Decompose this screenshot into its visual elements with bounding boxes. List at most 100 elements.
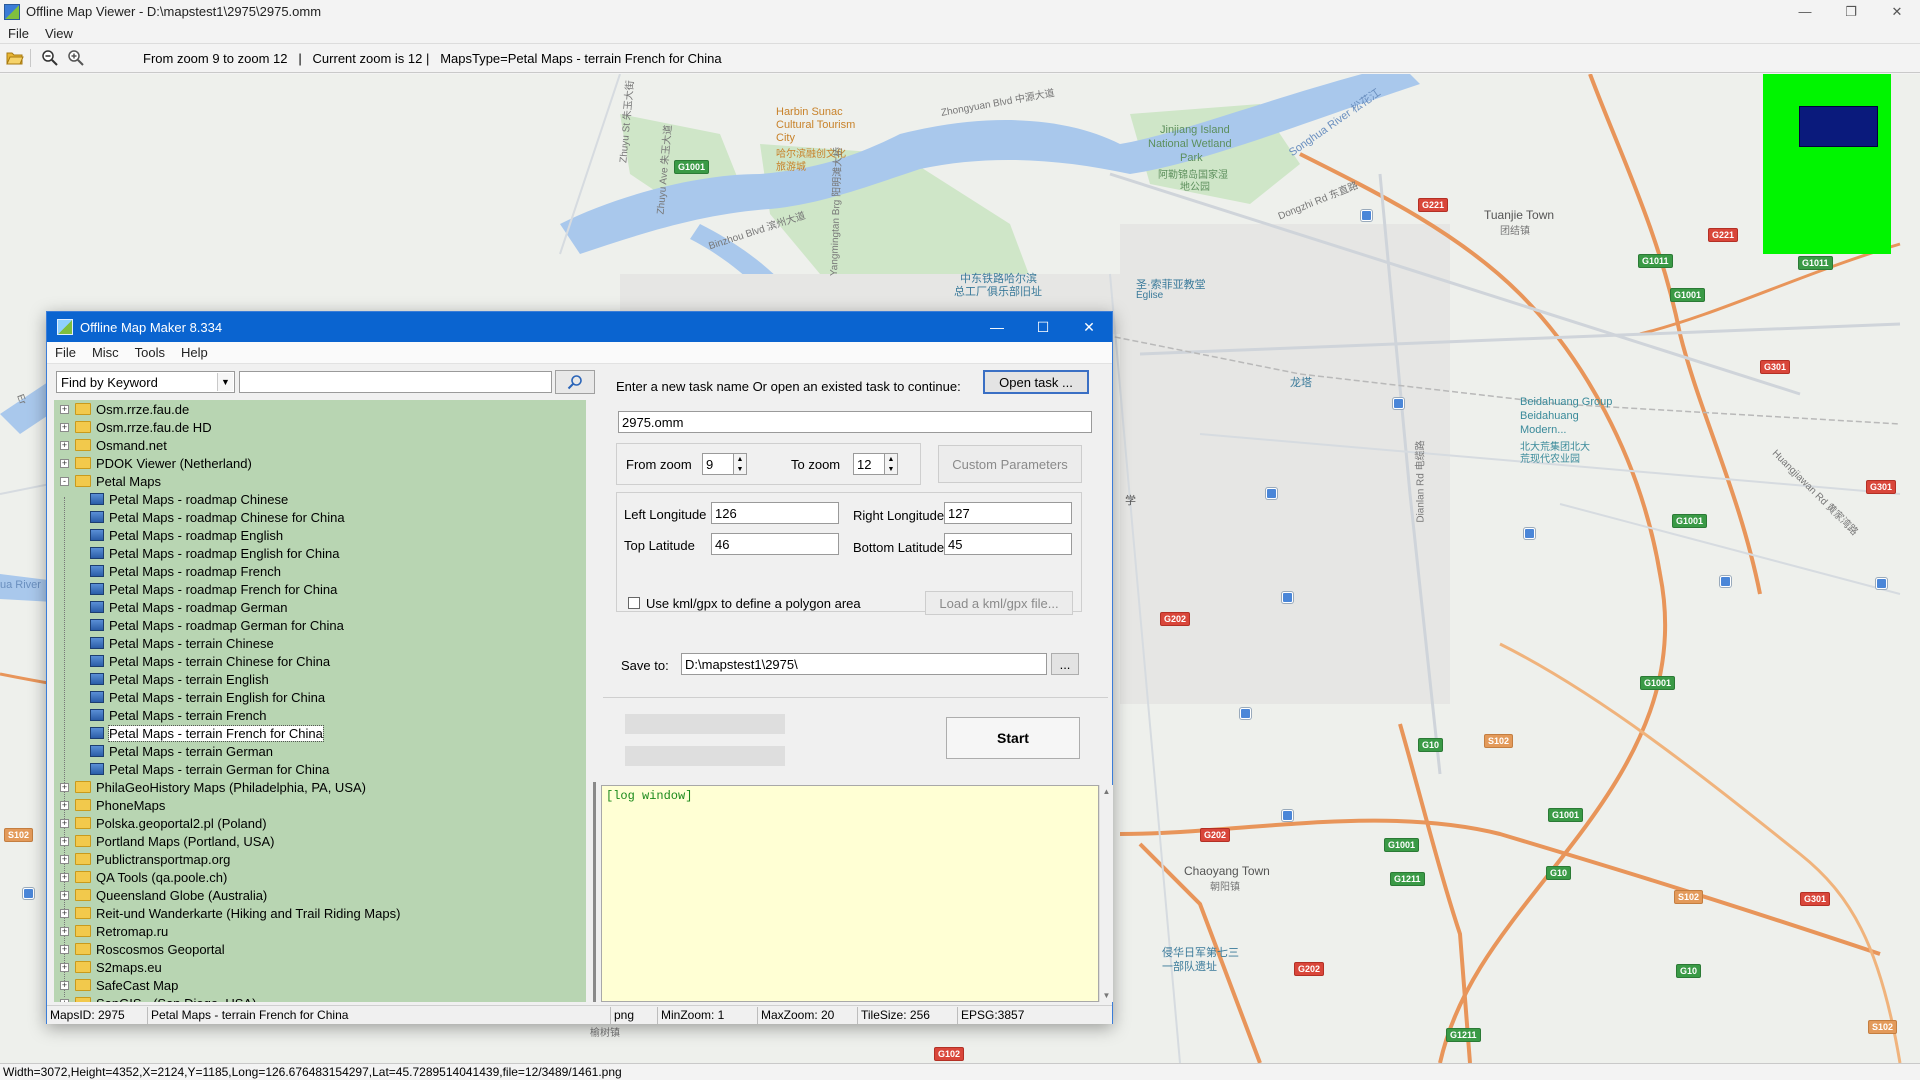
search-button[interactable] (555, 370, 595, 394)
menu-file[interactable]: File (0, 26, 37, 41)
tree-item-map[interactable]: Petal Maps - roadmap Chinese for China (90, 508, 345, 526)
minimize-icon[interactable]: — (974, 312, 1020, 342)
overview-viewport-rect[interactable] (1799, 106, 1878, 147)
tree-item-map[interactable]: Petal Maps - terrain German for China (90, 760, 329, 778)
close-icon[interactable]: ✕ (1066, 312, 1112, 342)
expand-icon[interactable]: + (60, 890, 69, 900)
minimize-icon[interactable]: — (1782, 0, 1828, 23)
zoom-in-icon[interactable] (65, 47, 87, 69)
find-mode-select[interactable]: Find by Keyword ▼ (56, 371, 235, 393)
tree-item-map[interactable]: Petal Maps - terrain English for China (90, 688, 325, 706)
tree-item-folder[interactable]: + Retromap.ru (60, 922, 168, 940)
log-scrollbar[interactable]: ▲ ▼ (1099, 785, 1113, 1002)
map-source-tree[interactable]: + Osm.rrze.fau.de + Osm.rrze.fau.de HD + Osma… (54, 400, 586, 1002)
search-input[interactable] (239, 371, 552, 393)
expand-icon[interactable]: + (60, 926, 69, 936)
tree-item-folder[interactable]: + Reit-und Wanderkarte (Hiking and Trail … (60, 904, 400, 922)
expand-icon[interactable]: + (60, 980, 69, 990)
tree-item-map[interactable]: Petal Maps - roadmap English (90, 526, 283, 544)
tree-item-folder[interactable]: + S2maps.eu (60, 958, 162, 976)
tree-item-folder[interactable]: + Osm.rrze.fau.de HD (60, 418, 212, 436)
menu-help[interactable]: Help (173, 345, 216, 360)
tree-item-folder[interactable]: + Polska.geoportal2.pl (Poland) (60, 814, 267, 832)
tree-item-folder[interactable]: + PhoneMaps (60, 796, 165, 814)
tree-item-folder[interactable]: + Osm.rrze.fau.de (60, 400, 189, 418)
log-window[interactable]: [log window] (601, 785, 1099, 1002)
tree-item-map[interactable]: Petal Maps - roadmap French (90, 562, 281, 580)
expand-icon[interactable]: + (60, 800, 69, 810)
tree-item-map[interactable]: Petal Maps - terrain German (90, 742, 273, 760)
tree-item-map[interactable]: Petal Maps - roadmap German for China (90, 616, 344, 634)
expand-icon[interactable]: + (60, 404, 69, 414)
tree-item-map[interactable]: Petal Maps - terrain Chinese for China (90, 652, 330, 670)
tree-item-folder[interactable]: + Publictransportmap.org (60, 850, 230, 868)
tree-item-map[interactable]: Petal Maps - terrain English (90, 670, 269, 688)
panel-splitter[interactable] (593, 782, 596, 1002)
tree-item-folder[interactable]: + Roscosmos Geoportal (60, 940, 225, 958)
map-layer-icon (90, 565, 104, 577)
road-badge: S102 (1484, 734, 1514, 748)
zoom-out-icon[interactable] (39, 47, 61, 69)
tree-item-map[interactable]: Petal Maps - terrain French for China (90, 724, 324, 742)
from-zoom-stepper[interactable]: ▲ ▼ (733, 453, 747, 475)
collapse-icon[interactable]: - (60, 476, 69, 486)
tree-item-map[interactable]: Petal Maps - terrain Chinese (90, 634, 274, 652)
close-icon[interactable]: ✕ (1874, 0, 1920, 23)
bottom-latitude-input[interactable]: 45 (944, 533, 1072, 555)
tree-item-folder[interactable]: + Queensland Globe (Australia) (60, 886, 267, 904)
kml-polygon-checkbox[interactable] (628, 597, 640, 609)
map-label: Tuanjie Town (1484, 208, 1555, 222)
tree-item-label: Petal Maps - terrain Chinese (109, 635, 274, 651)
expand-icon[interactable]: + (60, 998, 69, 1002)
load-kml-button[interactable]: Load a kml/gpx file... (925, 591, 1073, 615)
save-to-input[interactable]: D:\mapstest1\2975\ (681, 653, 1047, 675)
expand-icon[interactable]: + (60, 962, 69, 972)
restore-icon[interactable]: ❐ (1828, 0, 1874, 23)
right-longitude-input[interactable]: 127 (944, 502, 1072, 524)
expand-icon[interactable]: + (60, 782, 69, 792)
expand-icon[interactable]: + (60, 872, 69, 882)
road-badge: G10 (1418, 738, 1444, 752)
maximize-icon[interactable]: ☐ (1020, 312, 1066, 342)
menu-view[interactable]: View (37, 26, 81, 41)
tree-item-folder[interactable]: + SanGIS - (San Diego, USA) (60, 994, 256, 1002)
left-longitude-input[interactable]: 126 (711, 502, 839, 524)
tree-item-folder[interactable]: + SafeCast Map (60, 976, 178, 994)
expand-icon[interactable]: + (60, 422, 69, 432)
to-zoom-stepper[interactable]: ▲ ▼ (884, 453, 898, 475)
tree-item-folder[interactable]: + QA Tools (qa.poole.ch) (60, 868, 227, 886)
tree-item-folder[interactable]: - Petal Maps (60, 472, 161, 490)
scroll-up-icon[interactable]: ▲ (1103, 787, 1111, 796)
menu-file[interactable]: File (47, 345, 84, 360)
expand-icon[interactable]: + (60, 944, 69, 954)
tree-item-folder[interactable]: + Osmand.net (60, 436, 167, 454)
tree-item-folder[interactable]: + PDOK Viewer (Netherland) (60, 454, 252, 472)
expand-icon[interactable]: + (60, 818, 69, 828)
task-name-input[interactable]: 2975.omm (618, 411, 1092, 433)
open-task-button[interactable]: Open task ... (983, 370, 1089, 394)
overview-minimap[interactable] (1763, 74, 1891, 254)
tree-item-map[interactable]: Petal Maps - roadmap Chinese (90, 490, 288, 508)
top-latitude-input[interactable]: 46 (711, 533, 839, 555)
browse-folder-button[interactable]: ... (1051, 653, 1079, 675)
expand-icon[interactable]: + (60, 440, 69, 450)
menu-tools[interactable]: Tools (127, 345, 173, 360)
folder-open-icon[interactable] (4, 47, 26, 69)
expand-icon[interactable]: + (60, 854, 69, 864)
expand-icon[interactable]: + (60, 458, 69, 468)
tree-item-map[interactable]: Petal Maps - roadmap English for China (90, 544, 340, 562)
tree-item-map[interactable]: Petal Maps - terrain French (90, 706, 267, 724)
tree-item-folder[interactable]: + Portland Maps (Portland, USA) (60, 832, 274, 850)
menu-misc[interactable]: Misc (84, 345, 127, 360)
tree-item-map[interactable]: Petal Maps - roadmap French for China (90, 580, 337, 598)
tree-item-folder[interactable]: + PhilaGeoHistory Maps (Philadelphia, PA,… (60, 778, 366, 796)
expand-icon[interactable]: + (60, 908, 69, 918)
to-zoom-input[interactable]: 12 (853, 453, 885, 475)
dialog-titlebar[interactable]: Offline Map Maker 8.334 — ☐ ✕ (47, 312, 1112, 342)
tree-item-map[interactable]: Petal Maps - roadmap German (90, 598, 287, 616)
from-zoom-input[interactable]: 9 (702, 453, 734, 475)
scroll-down-icon[interactable]: ▼ (1103, 991, 1111, 1000)
expand-icon[interactable]: + (60, 836, 69, 846)
start-button[interactable]: Start (946, 717, 1080, 759)
custom-parameters-button[interactable]: Custom Parameters (938, 445, 1082, 483)
